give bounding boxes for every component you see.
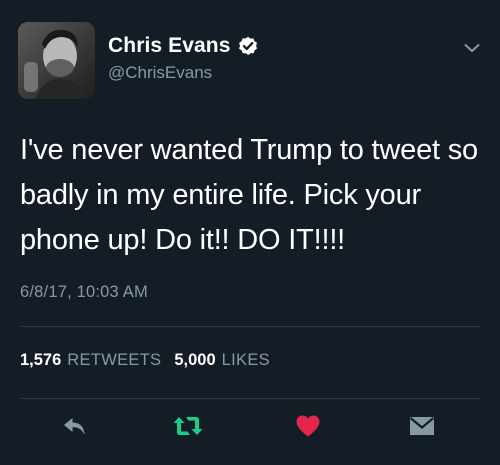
like-button[interactable] <box>293 414 323 442</box>
retweets-stat[interactable]: 1,576 RETWEETS <box>20 351 161 370</box>
chevron-down-icon[interactable] <box>463 41 481 55</box>
user-handle[interactable]: @ChrisEvans <box>108 63 212 83</box>
divider <box>20 326 481 327</box>
tweet-stats: 1,576 RETWEETS 5,000 LIKES <box>20 351 270 370</box>
retweets-label: RETWEETS <box>67 351 162 369</box>
tweet-timestamp: 6/8/17, 10:03 AM <box>20 283 148 301</box>
name-row: Chris Evans <box>108 34 258 58</box>
retweet-button[interactable] <box>173 414 203 442</box>
likes-label: LIKES <box>221 351 270 369</box>
tweet-text: I've never wanted Trump to tweet so badl… <box>20 134 478 256</box>
likes-count: 5,000 <box>174 351 216 369</box>
retweets-count: 1,576 <box>20 351 62 369</box>
heart-icon <box>295 414 321 443</box>
reply-button[interactable] <box>60 414 90 442</box>
display-name[interactable]: Chris Evans <box>108 34 231 58</box>
avatar[interactable] <box>18 22 95 99</box>
likes-stat[interactable]: 5,000 LIKES <box>174 351 270 370</box>
divider <box>20 398 481 399</box>
direct-message-button[interactable] <box>407 414 437 442</box>
envelope-icon <box>408 414 436 443</box>
tweet-card: Chris Evans @ChrisEvans I've never wante… <box>0 0 500 465</box>
reply-arrow-icon <box>62 415 88 442</box>
retweet-icon <box>173 415 203 442</box>
verified-check-icon <box>238 36 258 56</box>
